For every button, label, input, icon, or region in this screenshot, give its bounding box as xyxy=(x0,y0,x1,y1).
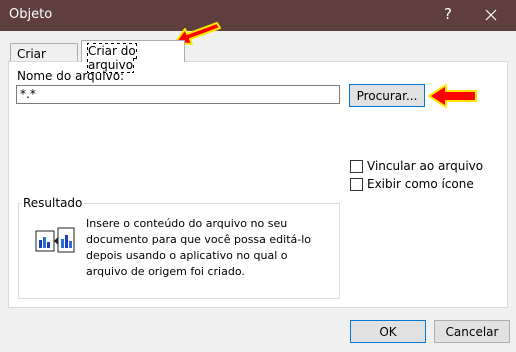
embedded-document-icon xyxy=(35,227,75,253)
ok-button[interactable]: OK xyxy=(350,320,426,343)
display-as-icon-checkbox[interactable] xyxy=(350,178,363,191)
result-line: Insere o conteúdo do arquivo no seu xyxy=(86,217,288,230)
display-as-icon-label: Exibir como ícone xyxy=(367,177,474,191)
title-bar: Objeto ? xyxy=(0,0,516,31)
link-to-file-checkbox[interactable] xyxy=(350,160,363,173)
result-line: arquivo de origem foi criado. xyxy=(86,265,245,278)
dialog-title: Objeto xyxy=(9,7,53,22)
annotation-arrow-icon xyxy=(428,84,477,108)
cancel-button[interactable]: Cancelar xyxy=(434,320,510,343)
close-button[interactable] xyxy=(477,4,505,26)
file-name-input[interactable]: *.* xyxy=(16,85,340,104)
tab-strip: Criar novo Criar do arquivo xyxy=(8,40,508,75)
result-description: Insere o conteúdo do arquivo no seu docu… xyxy=(86,216,336,280)
dialog-window: Objeto ? Criar novo Criar do arquivo Nom… xyxy=(0,0,516,352)
link-to-file-label: Vincular ao arquivo xyxy=(367,159,484,173)
tab-criar-do-arquivo-label: Criar do arquivo xyxy=(87,43,137,73)
help-button[interactable]: ? xyxy=(438,5,458,23)
result-line: documento para que você possa editá-lo xyxy=(86,233,312,246)
result-line: depois usando o aplicativo no qual o xyxy=(86,249,288,262)
result-group-title: Resultado xyxy=(21,196,85,210)
tab-criar-novo[interactable]: Criar novo xyxy=(10,43,78,75)
tab-criar-do-arquivo[interactable]: Criar do arquivo xyxy=(81,40,185,73)
close-icon xyxy=(485,9,497,21)
browse-button[interactable]: Procurar... xyxy=(349,84,425,107)
